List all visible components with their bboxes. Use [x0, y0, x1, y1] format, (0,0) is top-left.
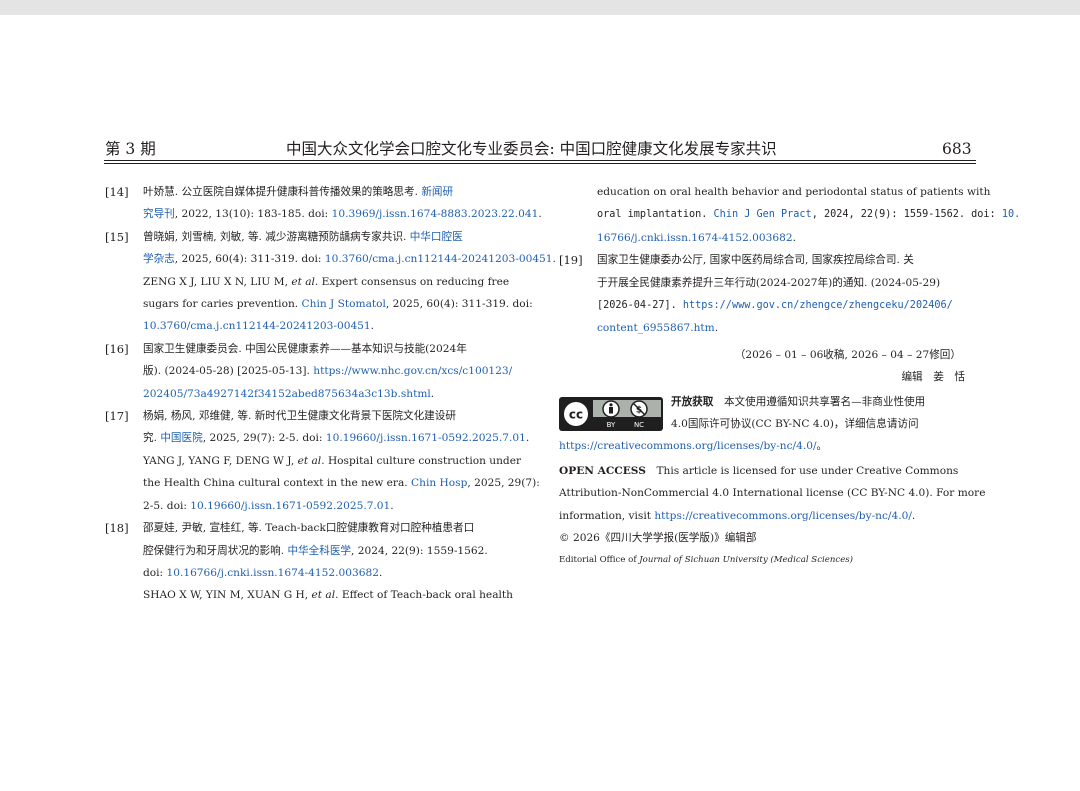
open-access-heading-en: OPEN ACCESS: [559, 464, 646, 477]
journal-link[interactable]: 中国医院: [160, 432, 202, 444]
reference-number: [17]: [105, 409, 129, 424]
journal-link[interactable]: Chin Hosp: [411, 477, 467, 489]
url-link[interactable]: https://www.nhc.gov.cn/xcs/c100123/: [313, 365, 512, 377]
doi-link[interactable]: 16766/j.cnki.issn.1674-4152.003682: [597, 232, 793, 244]
doi-link[interactable]: 10.3760/cma.j.cn112144-20241203-00451: [325, 253, 553, 265]
received-revised-dates: （2026 – 01 – 06收稿, 2026 – 04 – 27修回）: [734, 348, 961, 361]
copyright-notice: © 2026《四川大学学报(医学版)》编辑部: [559, 532, 757, 545]
url-link[interactable]: content_6955867.htm: [597, 322, 715, 334]
license-url-link[interactable]: https://creativecommons.org/licenses/by-…: [654, 510, 912, 522]
license-url-link[interactable]: https://creativecommons.org/licenses/by-…: [559, 440, 817, 452]
journal-link[interactable]: Chin J Gen Pract: [714, 209, 812, 220]
reference-number: [16]: [105, 341, 129, 356]
cc-license-icon: cc $ BY NC: [560, 397, 662, 430]
header-rule-bottom: [104, 163, 976, 164]
journal-link[interactable]: 究导刊: [143, 208, 175, 220]
open-access-heading-cn: 开放获取: [671, 395, 714, 408]
reference-18-continued: education on oral health behavior and pe…: [597, 186, 1021, 244]
journal-link[interactable]: 中华全科医学: [287, 545, 351, 557]
viewer-top-bar: [0, 0, 1080, 15]
svg-text:cc: cc: [569, 407, 583, 421]
doi-link[interactable]: 10.: [1002, 209, 1020, 220]
journal-link[interactable]: Chin J Stomatol: [302, 298, 386, 310]
editorial-office: Editorial Office of Journal of Sichuan U…: [559, 554, 854, 565]
doi-link[interactable]: 10.16766/j.cnki.issn.1674-4152.003682: [166, 567, 378, 579]
reference-15: [15] 曾晓娟, 刘雪楠, 刘敏, 等. 减少游离糖预防龋病专家共识. 中华口…: [105, 226, 556, 338]
url-link[interactable]: https://www.gov.cn/zhengce/zhengceku/202…: [683, 300, 953, 311]
issue-label: 第 3 期: [105, 140, 156, 158]
reference-19: [19] 国家卫生健康委办公厅, 国家中医药局综合司, 国家疾控局综合司. 关 …: [559, 249, 979, 340]
reference-17: [17] 杨娟, 杨风, 邓维健, 等. 新时代卫生健康文化背景下医院文化建设研…: [105, 405, 540, 517]
running-title: 中国大众文化学会口腔文化专业委员会: 中国口腔健康文化发展专家共识: [286, 140, 777, 158]
reference-number: [18]: [105, 521, 129, 536]
journal-link[interactable]: 学杂志: [143, 253, 175, 265]
license-block: cc $ BY NC 开放获取 本文使用遵循知识共享署名—非商业性使用 4.0国…: [559, 391, 979, 436]
right-column: education on oral health behavior and pe…: [559, 181, 1021, 570]
doi-link[interactable]: 10.3969/j.issn.1674-8883.2023.22.041: [332, 208, 539, 220]
header-rule-top: [104, 160, 976, 161]
url-link[interactable]: 202405/73a4927142f34152abed875634a3c13b.…: [143, 388, 431, 400]
cc-by-nc-badge[interactable]: cc $ BY NC: [559, 396, 663, 431]
svg-text:BY: BY: [607, 421, 616, 429]
journal-link[interactable]: 新闻研: [421, 186, 453, 198]
reference-14: [14] 叶娇慧. 公立医院自媒体提升健康科普传播效果的策略思考. 新闻研 究导…: [105, 181, 542, 226]
doi-link[interactable]: 10.19660/j.issn.1671-0592.2025.7.01: [326, 432, 526, 444]
editor-name: 编辑 姜 恬: [901, 371, 965, 384]
left-column: [14] 叶娇慧. 公立医院自媒体提升健康科普传播效果的策略思考. 新闻研 究导…: [105, 181, 556, 607]
reference-number: [19]: [559, 253, 583, 268]
reference-18: [18] 邵夏娃, 尹敏, 宣桂红, 等. Teach-back口腔健康教育对口…: [105, 517, 525, 607]
journal-link[interactable]: 中华口腔医: [410, 231, 463, 243]
reference-number: [15]: [105, 229, 129, 244]
doi-link[interactable]: 10.3760/cma.j.cn112144-20241203-00451: [143, 320, 371, 332]
doi-link[interactable]: 10.19660/j.issn.1671-0592.2025.7.01: [190, 500, 390, 512]
page-number: 683: [942, 140, 972, 158]
reference-16: [16] 国家卫生健康委员会. 中国公民健康素养——基本知识与技能(2024年 …: [105, 338, 525, 405]
reference-number: [14]: [105, 185, 129, 199]
svg-text:NC: NC: [634, 421, 644, 429]
